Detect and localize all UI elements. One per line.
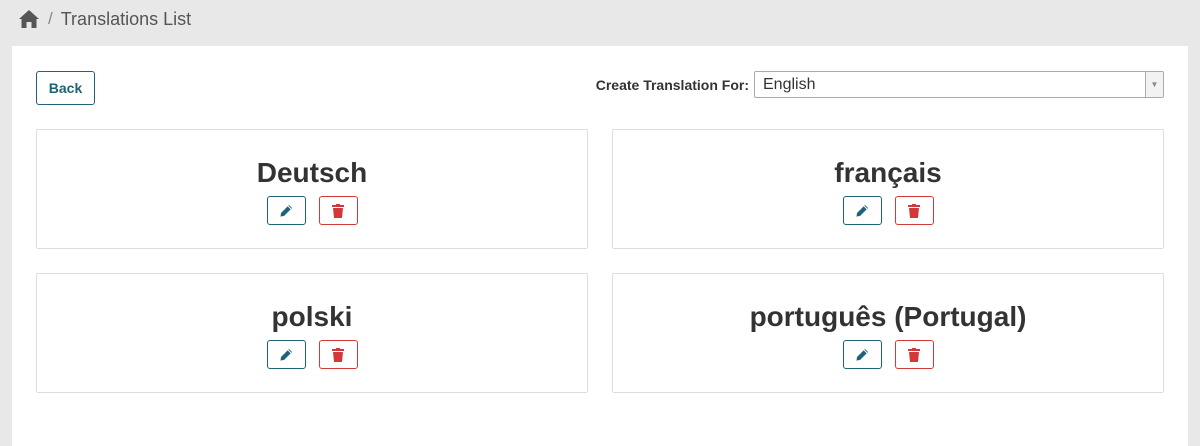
breadcrumb: / Translations List	[18, 7, 191, 31]
trash-icon	[332, 203, 344, 218]
main-panel: Back Create Translation For: English ▼ D…	[12, 46, 1188, 446]
translation-name: português (Portugal)	[749, 301, 1027, 332]
delete-button[interactable]	[894, 196, 934, 225]
translation-name: polski	[271, 301, 353, 332]
edit-button[interactable]	[266, 196, 306, 225]
card-actions	[613, 340, 1163, 369]
language-select-value: English	[763, 75, 816, 93]
delete-button[interactable]	[318, 196, 358, 225]
translation-card: français	[612, 129, 1164, 249]
trash-icon	[908, 203, 920, 218]
card-actions	[37, 340, 587, 369]
breadcrumb-separator: /	[48, 9, 53, 28]
edit-button[interactable]	[842, 196, 882, 225]
back-button[interactable]: Back	[36, 71, 95, 105]
chevron-down-icon[interactable]: ▼	[1145, 72, 1163, 97]
pencil-icon	[856, 348, 868, 360]
card-actions	[613, 196, 1163, 225]
language-select[interactable]: English ▼	[754, 71, 1164, 98]
home-icon[interactable]	[18, 8, 40, 30]
trash-icon	[908, 347, 920, 362]
translation-card: Deutsch	[36, 129, 588, 249]
pencil-icon	[856, 204, 868, 216]
translation-card: polski	[36, 273, 588, 393]
edit-button[interactable]	[842, 340, 882, 369]
delete-button[interactable]	[894, 340, 934, 369]
translation-card: português (Portugal)	[612, 273, 1164, 393]
create-translation-label: Create Translation For:	[595, 76, 749, 93]
card-actions	[37, 196, 587, 225]
trash-icon	[332, 347, 344, 362]
pencil-icon	[280, 348, 292, 360]
create-translation-control: Create Translation For: English ▼	[596, 71, 1164, 98]
pencil-icon	[280, 204, 292, 216]
translation-name: Deutsch	[256, 157, 368, 188]
translation-name: français	[834, 157, 942, 188]
edit-button[interactable]	[266, 340, 306, 369]
delete-button[interactable]	[318, 340, 358, 369]
breadcrumb-current: Translations List	[60, 8, 192, 29]
